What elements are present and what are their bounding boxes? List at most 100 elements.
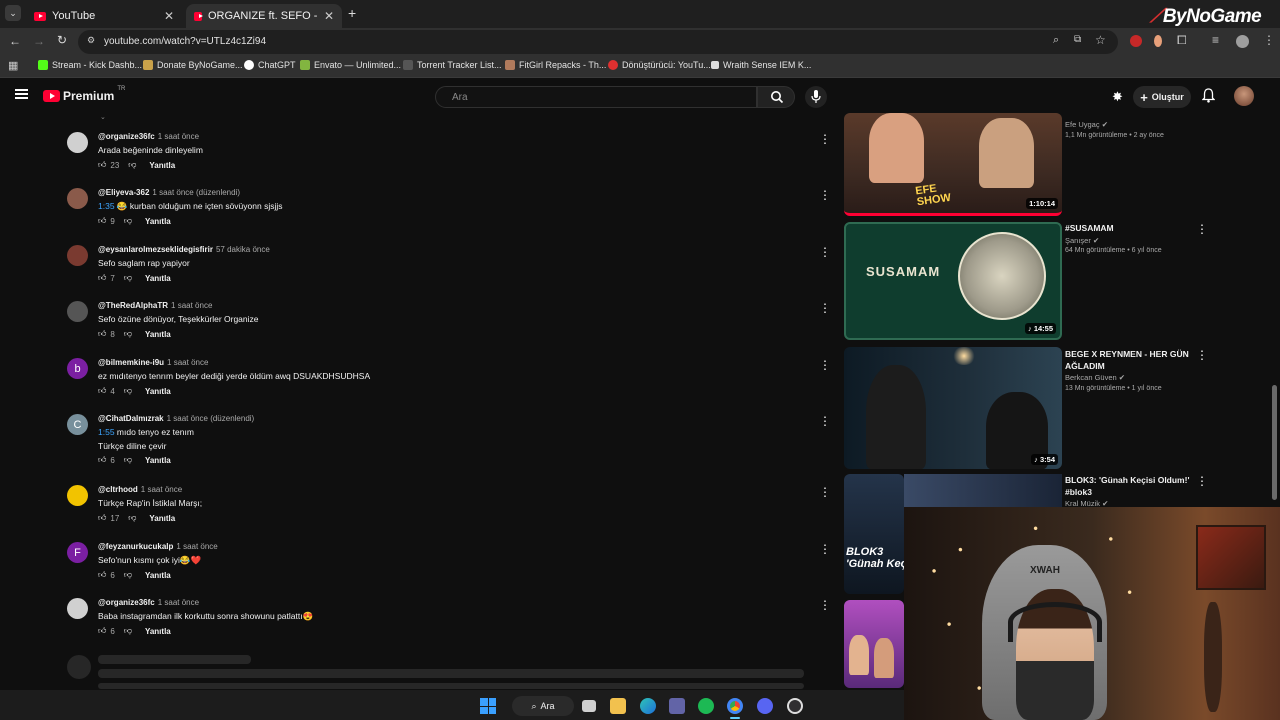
comment-options-icon[interactable]: ⋮ xyxy=(819,599,831,612)
comment-options-icon[interactable]: ⋮ xyxy=(819,133,831,146)
avatar[interactable]: b xyxy=(67,358,88,379)
dislike-icon[interactable]: 👎︎ xyxy=(124,329,132,339)
create-button[interactable]: + Oluştur xyxy=(1133,86,1191,108)
apps-grid-icon[interactable]: ▦ xyxy=(8,59,18,72)
reply-button[interactable]: Yanıtla xyxy=(145,387,171,396)
like-icon[interactable]: 👍︎ xyxy=(98,570,106,580)
tab-youtube[interactable]: YouTube ✕ xyxy=(26,4,182,28)
back-icon[interactable]: ← xyxy=(9,34,21,48)
reply-button[interactable]: Yanıtla xyxy=(149,514,175,523)
premium-settings-icon[interactable]: ✸ xyxy=(1112,89,1123,105)
reply-button[interactable]: Yanıtla xyxy=(149,161,175,170)
video-thumbnail[interactable]: SUSAMAM ♪ 14:55 xyxy=(844,222,1062,340)
video-options-icon[interactable]: ⋮ xyxy=(1196,474,1208,488)
taskbar-search-button[interactable]: ⌕ Ara xyxy=(512,696,574,716)
video-options-icon[interactable]: ⋮ xyxy=(1196,348,1208,362)
search-input[interactable]: Ara xyxy=(435,86,757,108)
comment-options-icon[interactable]: ⋮ xyxy=(819,302,831,315)
like-icon[interactable]: 👍︎ xyxy=(98,160,106,170)
browser-menu-icon[interactable]: ⋮ xyxy=(1263,33,1275,47)
avatar[interactable] xyxy=(67,245,88,266)
dislike-icon[interactable]: 👎︎ xyxy=(124,455,132,465)
channel-name[interactable]: Berkcan Güven ✔ xyxy=(1065,373,1125,382)
zoom-icon[interactable]: ⌕ xyxy=(1053,34,1059,47)
bookmark-wraith[interactable]: Wraith Sense IEM K... xyxy=(711,60,811,70)
comment-options-icon[interactable]: ⋮ xyxy=(819,543,831,556)
video-thumbnail[interactable]: ♪ 3:54 xyxy=(844,347,1062,469)
like-icon[interactable]: 👍︎ xyxy=(98,513,106,523)
comment-author[interactable]: @Eliyeva-362 1 saat önce (düzenlendi) xyxy=(98,188,240,197)
profile-avatar[interactable] xyxy=(1236,35,1249,48)
bookmark-envato[interactable]: Envato — Unlimited... xyxy=(300,60,401,70)
reload-icon[interactable]: ↻ xyxy=(57,33,67,47)
address-bar[interactable]: ⚙ youtube.com/watch?v=UTLz4c1Zi94 ⌕ ⧉ ☆ xyxy=(78,30,1118,54)
channel-name[interactable]: Efe Uygaç ✔ xyxy=(1065,120,1108,129)
extension-icon[interactable] xyxy=(1130,35,1142,47)
chrome-icon[interactable] xyxy=(727,698,743,714)
bookmark-star-icon[interactable]: ☆ xyxy=(1095,33,1106,47)
notifications-bell-icon[interactable] xyxy=(1201,88,1216,108)
reply-button[interactable]: Yanıtla xyxy=(145,217,171,226)
video-thumbnail[interactable]: EFE SHOW 1:10:14 xyxy=(844,113,1062,216)
comment-timestamp-link[interactable]: 1:35 xyxy=(98,201,115,211)
account-avatar[interactable] xyxy=(1234,86,1254,106)
comment-options-icon[interactable]: ⋮ xyxy=(819,246,831,259)
channel-name[interactable]: Şanışer ✔ xyxy=(1065,236,1099,245)
video-title[interactable]: BEGE X REYNMEN - HER GÜN AĞLADIM xyxy=(1065,348,1195,372)
comment-timestamp-link[interactable]: 1:55 xyxy=(98,427,115,437)
bookmark-torrent[interactable]: Torrent Tracker List... xyxy=(403,60,502,70)
site-info-icon[interactable]: ⚙ xyxy=(87,35,95,46)
comment-options-icon[interactable]: ⋮ xyxy=(819,189,831,202)
windows-start-icon[interactable] xyxy=(480,698,496,714)
like-icon[interactable]: 👍︎ xyxy=(98,626,106,636)
video-options-icon[interactable]: ⋮ xyxy=(1196,222,1208,236)
avatar[interactable]: F xyxy=(67,542,88,563)
video-thumbnail[interactable]: BLOK3 'Günah Keçi xyxy=(844,474,904,594)
like-icon[interactable]: 👍︎ xyxy=(98,273,106,283)
forward-icon[interactable]: → xyxy=(33,34,45,48)
comment-options-icon[interactable]: ⋮ xyxy=(819,415,831,428)
extension-icon[interactable] xyxy=(1154,35,1162,47)
tab-search-button[interactable]: ⌄ xyxy=(5,5,21,21)
dislike-icon[interactable]: 👎︎ xyxy=(124,216,132,226)
comment-author[interactable]: @feyzanurkucukalp 1 saat önce xyxy=(98,542,218,551)
like-icon[interactable]: 👍︎ xyxy=(98,386,106,396)
avatar[interactable] xyxy=(67,598,88,619)
reading-list-icon[interactable]: ≡ xyxy=(1212,33,1219,47)
spotify-icon[interactable] xyxy=(698,698,714,714)
comment-options-icon[interactable]: ⋮ xyxy=(819,486,831,499)
comment-author[interactable]: @TheRedAlphaTR 1 saat önce xyxy=(98,301,212,310)
close-icon[interactable]: ✕ xyxy=(164,9,174,23)
new-tab-button[interactable]: + xyxy=(348,5,356,21)
reply-button[interactable]: Yanıtla xyxy=(145,627,171,636)
obs-icon[interactable] xyxy=(787,698,803,714)
bookmark-donate[interactable]: Donate ByNoGame... xyxy=(143,60,243,70)
voice-search-button[interactable] xyxy=(805,86,827,108)
url-text[interactable]: youtube.com/watch?v=UTLz4c1Zi94 xyxy=(104,36,266,47)
youtube-logo[interactable]: Premium TR xyxy=(43,86,125,103)
bookmark-converter[interactable]: Dönüştürücü: YouTu... xyxy=(608,60,711,70)
comment-author[interactable]: @bilmemkine-i9u 1 saat önce xyxy=(98,358,208,367)
task-view-icon[interactable] xyxy=(582,700,596,712)
search-button[interactable] xyxy=(757,86,795,108)
comment-author[interactable]: @eysanlarolmezseklidegisfirir 57 dakika ö… xyxy=(98,245,270,254)
bookmark-chatgpt[interactable]: ChatGPT xyxy=(244,60,296,70)
avatar[interactable] xyxy=(67,188,88,209)
video-title[interactable]: #SUSAMAM xyxy=(1065,222,1195,234)
bookmark-fitgirl[interactable]: FitGirl Repacks - Th... xyxy=(505,60,606,70)
like-icon[interactable]: 👍︎ xyxy=(98,455,106,465)
comment-author[interactable]: @organize36fc 1 saat önce xyxy=(98,598,199,607)
like-icon[interactable]: 👍︎ xyxy=(98,329,106,339)
bookmark-kick[interactable]: Stream - Kick Dashb... xyxy=(38,60,142,70)
tab-active-video[interactable]: ORGANIZE ft. SEFO - RaP bUDa ✕ xyxy=(186,4,342,28)
dislike-icon[interactable]: 👎︎ xyxy=(124,626,132,636)
video-thumbnail[interactable] xyxy=(844,600,904,688)
comment-author[interactable]: @cltrhood 1 saat önce xyxy=(98,485,182,494)
dislike-icon[interactable]: 👎︎ xyxy=(128,160,136,170)
edge-icon[interactable] xyxy=(640,698,656,714)
comment-author[interactable]: @organize36fc 1 saat önce xyxy=(98,132,199,141)
close-icon[interactable]: ✕ xyxy=(324,9,334,23)
dislike-icon[interactable]: 👎︎ xyxy=(124,570,132,580)
dislike-icon[interactable]: 👎︎ xyxy=(124,386,132,396)
avatar[interactable] xyxy=(67,301,88,322)
